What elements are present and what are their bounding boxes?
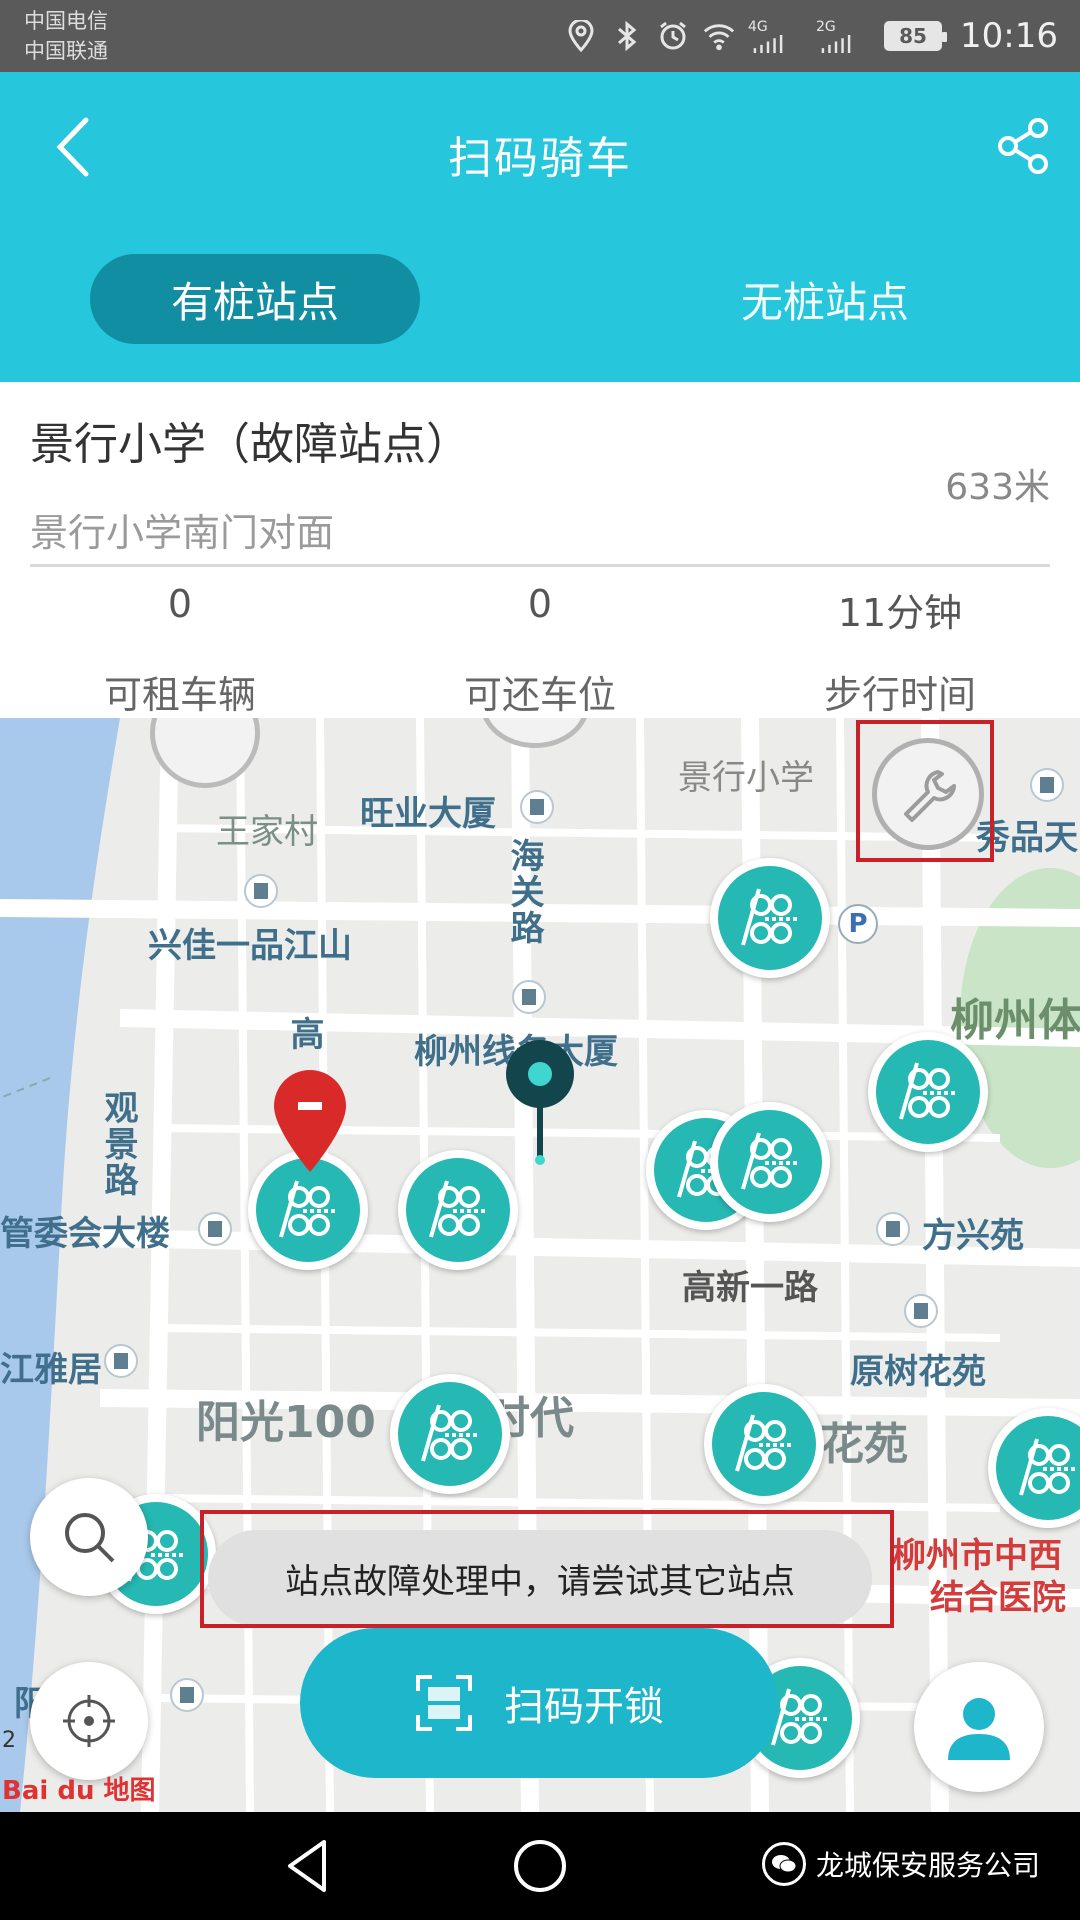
map-label-gao: 高 bbox=[284, 1016, 324, 1052]
map-label-hospital-2: 结合医院 bbox=[930, 1578, 1066, 1618]
clock: 10:16 bbox=[960, 16, 1058, 56]
map-label-guanwei: 管委会大楼 bbox=[0, 1214, 170, 1254]
building-icon bbox=[104, 1344, 138, 1378]
alarm-icon bbox=[656, 19, 690, 53]
system-nav-bar: 龙城保安服务公司 bbox=[0, 1812, 1080, 1920]
building-icon bbox=[512, 980, 546, 1014]
station-name: 景行小学（故障站点） bbox=[30, 419, 470, 470]
building-icon bbox=[198, 1212, 232, 1246]
status-bar: 中国电信 中国联通 4G 2G 85 10:16 bbox=[0, 0, 1080, 72]
station-address: 景行小学南门对面 bbox=[30, 511, 335, 555]
bluetooth-icon bbox=[610, 19, 644, 53]
building-icon bbox=[520, 790, 554, 824]
map-label-liuzhou-ti: 柳州体 bbox=[950, 995, 1080, 1046]
map-label-guanjing: 观景路 bbox=[98, 1090, 138, 1198]
bike-station-marker[interactable] bbox=[710, 1102, 830, 1222]
profile-button[interactable] bbox=[914, 1662, 1044, 1792]
bike-icon bbox=[741, 1132, 797, 1190]
bike-station-marker[interactable] bbox=[868, 1032, 988, 1152]
map-label-wangye: 旺业大厦 bbox=[360, 794, 496, 834]
wechat-logo-icon bbox=[761, 1842, 806, 1886]
baidu-logo: Bai du 地图 bbox=[2, 1776, 156, 1806]
share-icon bbox=[998, 118, 1048, 174]
parking-icon: P bbox=[838, 904, 878, 944]
map-scale: 2 bbox=[2, 1728, 16, 1753]
bike-station-marker[interactable] bbox=[390, 1374, 510, 1494]
map-label-wangjiacun: 王家村 bbox=[216, 812, 318, 852]
stat-value: 0 bbox=[527, 582, 553, 626]
scan-unlock-button[interactable]: 扫码开锁 bbox=[300, 1628, 778, 1778]
bike-station-marker[interactable] bbox=[710, 858, 830, 978]
map-label-yangguang: 阳光100 bbox=[196, 1397, 376, 1448]
bike-icon bbox=[279, 1180, 335, 1238]
watermark-text: 龙城保安服务公司 bbox=[815, 1849, 1040, 1882]
building-icon bbox=[876, 1212, 910, 1246]
bike-station-marker[interactable] bbox=[398, 1150, 518, 1270]
bike-icon bbox=[1019, 1438, 1075, 1496]
map-label-jingxing: 景行小学 bbox=[678, 758, 814, 798]
location-icon bbox=[564, 19, 598, 53]
crosshair-icon bbox=[63, 1695, 115, 1747]
map-label-yuanshu: 原树花苑 bbox=[850, 1352, 986, 1392]
station-distance: 633米 bbox=[945, 467, 1050, 508]
station-info-card: 景行小学（故障站点） 633米 景行小学南门对面 0 可租车辆 0 可还车位 1… bbox=[0, 382, 1080, 718]
building-icon bbox=[1030, 768, 1064, 802]
search-icon bbox=[65, 1513, 115, 1563]
bike-icon bbox=[429, 1180, 485, 1238]
battery-indicator: 85 bbox=[884, 21, 948, 51]
stat-value: 11分钟 bbox=[837, 591, 963, 635]
carrier-info: 中国电信 中国联通 bbox=[24, 6, 108, 66]
stat-label: 可还车位 bbox=[463, 673, 616, 717]
map-label-jiangya: 江雅居 bbox=[0, 1350, 102, 1390]
bike-icon bbox=[421, 1404, 477, 1462]
toast-highlight-box bbox=[200, 1510, 894, 1628]
bike-icon bbox=[899, 1062, 955, 1120]
wifi-icon bbox=[702, 19, 736, 53]
current-location-pin bbox=[506, 1040, 574, 1165]
building-icon bbox=[170, 1678, 204, 1712]
map-label-xiujia: 兴佳一品江山 bbox=[148, 926, 352, 966]
tab-docked-stations[interactable]: 有桩站点 bbox=[90, 254, 420, 344]
signal-2g-label: 2G bbox=[816, 19, 836, 35]
tab-dockless-stations[interactable]: 无桩站点 bbox=[660, 254, 990, 344]
signal-4g-label: 4G bbox=[748, 19, 768, 35]
signal-4g-icon: 4G bbox=[748, 19, 804, 53]
scan-icon bbox=[416, 1675, 472, 1731]
stat-label: 可租车辆 bbox=[103, 673, 256, 717]
map-search-button[interactable] bbox=[30, 1478, 148, 1596]
map-label-haiguan: 海关路 bbox=[504, 838, 544, 946]
app-header: 扫码骑车 有桩站点 无桩站点 bbox=[0, 72, 1080, 382]
share-button[interactable] bbox=[996, 116, 1052, 176]
carrier-2: 中国联通 bbox=[24, 39, 108, 63]
map-view[interactable]: 景行小学 王家村 旺业大厦 海关路 兴佳一品江山 柳州线务大厦 高 观景路 管委… bbox=[0, 718, 1080, 1812]
stat-value: 0 bbox=[167, 582, 193, 626]
nav-home-icon[interactable] bbox=[508, 1834, 572, 1898]
stat-label: 步行时间 bbox=[823, 673, 976, 717]
carrier-1: 中国电信 bbox=[24, 9, 108, 33]
bike-icon bbox=[741, 888, 797, 946]
nav-back-icon[interactable] bbox=[276, 1834, 340, 1898]
map-label-gaoxin: 高新一路 bbox=[682, 1268, 818, 1308]
building-icon bbox=[244, 874, 278, 908]
building-icon bbox=[904, 1294, 938, 1328]
locate-button[interactable] bbox=[30, 1662, 148, 1780]
bike-icon bbox=[735, 1414, 791, 1472]
watermark: 龙城保安服务公司 bbox=[761, 1842, 1040, 1886]
bike-station-marker[interactable] bbox=[704, 1384, 824, 1504]
red-location-pin[interactable] bbox=[270, 1066, 350, 1176]
fault-highlight-box bbox=[856, 720, 994, 862]
scan-unlock-label: 扫码开锁 bbox=[504, 1684, 664, 1730]
page-title: 扫码骑车 bbox=[448, 133, 632, 184]
map-label-fangxing: 方兴苑 bbox=[922, 1216, 1024, 1256]
divider bbox=[30, 564, 1050, 567]
map-label-huayuan: 花苑 bbox=[820, 1419, 908, 1470]
status-icons: 4G 2G 85 10:16 bbox=[564, 12, 1058, 60]
user-icon bbox=[948, 1698, 1010, 1760]
signal-2g-icon: 2G bbox=[816, 19, 872, 53]
